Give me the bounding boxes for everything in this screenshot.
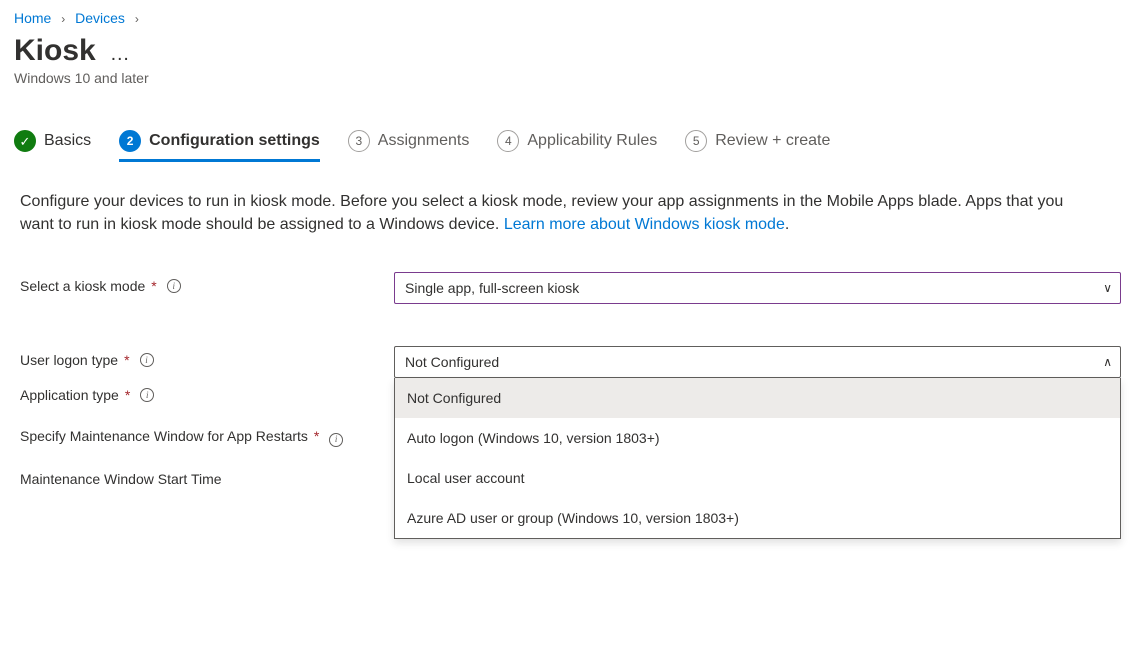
check-icon: ✓ xyxy=(14,130,36,152)
tab-label: Applicability Rules xyxy=(527,132,657,150)
select-value: Not Configured xyxy=(405,354,499,370)
tab-label: Basics xyxy=(44,132,91,150)
tab-configuration-settings[interactable]: 2 Configuration settings xyxy=(119,130,320,162)
chevron-up-icon: ∧ xyxy=(1103,355,1112,369)
dropdown-user-logon-type: Not Configured Auto logon (Windows 10, v… xyxy=(394,378,1121,539)
step-number-icon: 5 xyxy=(685,130,707,152)
tab-basics[interactable]: ✓ Basics xyxy=(14,130,91,162)
tab-applicability-rules[interactable]: 4 Applicability Rules xyxy=(497,130,657,162)
description-text: Configure your devices to run in kiosk m… xyxy=(0,162,1100,236)
step-number-icon: 3 xyxy=(348,130,370,152)
step-number-icon: 4 xyxy=(497,130,519,152)
dropdown-option[interactable]: Auto logon (Windows 10, version 1803+) xyxy=(395,418,1120,458)
tab-label: Review + create xyxy=(715,132,830,150)
label-kiosk-mode: Select a kiosk mode xyxy=(20,278,145,294)
tab-assignments[interactable]: 3 Assignments xyxy=(348,130,470,162)
tab-label: Configuration settings xyxy=(149,132,320,150)
breadcrumb: Home › Devices › xyxy=(0,0,1141,30)
info-icon[interactable]: i xyxy=(167,279,181,293)
select-value: Single app, full-screen kiosk xyxy=(405,280,579,296)
select-kiosk-mode[interactable]: Single app, full-screen kiosk ∨ xyxy=(394,272,1121,304)
dropdown-option[interactable]: Local user account xyxy=(395,458,1120,498)
tab-review-create[interactable]: 5 Review + create xyxy=(685,130,830,162)
dropdown-option[interactable]: Not Configured xyxy=(395,378,1120,418)
learn-more-link[interactable]: Learn more about Windows kiosk mode xyxy=(504,216,785,233)
label-user-logon-type: User logon type xyxy=(20,352,118,368)
info-icon[interactable]: i xyxy=(140,353,154,367)
select-user-logon-type[interactable]: Not Configured ∧ xyxy=(394,346,1121,378)
step-number-icon: 2 xyxy=(119,130,141,152)
page-title: Kiosk xyxy=(14,34,96,68)
required-indicator: * xyxy=(151,278,156,294)
page-subtitle: Windows 10 and later xyxy=(14,70,1127,86)
form-area: Select a kiosk mode * i Single app, full… xyxy=(0,236,1141,487)
wizard-tabs: ✓ Basics 2 Configuration settings 3 Assi… xyxy=(0,94,1141,162)
chevron-down-icon: ∨ xyxy=(1103,281,1112,295)
chevron-right-icon: › xyxy=(61,12,65,26)
breadcrumb-home[interactable]: Home xyxy=(14,10,51,26)
chevron-right-icon: › xyxy=(135,12,139,26)
breadcrumb-devices[interactable]: Devices xyxy=(75,10,125,26)
more-actions-button[interactable]: … xyxy=(110,43,132,66)
page-header: Kiosk … Windows 10 and later xyxy=(0,30,1141,94)
dropdown-option[interactable]: Azure AD user or group (Windows 10, vers… xyxy=(395,498,1120,538)
required-indicator: * xyxy=(124,352,129,368)
tab-label: Assignments xyxy=(378,132,470,150)
